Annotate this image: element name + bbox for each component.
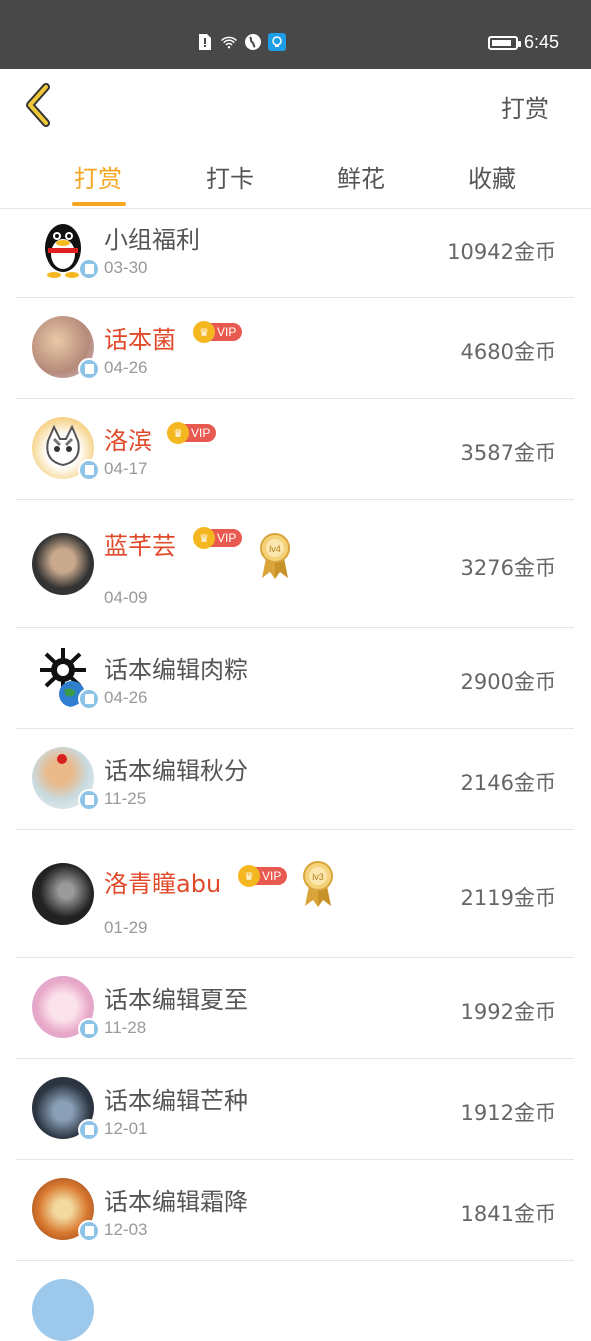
- reward-date: 12-01: [104, 1119, 148, 1138]
- list-item[interactable]: 话本编辑霜降 12-03 1841金币: [16, 1160, 574, 1261]
- battery-icon: [487, 35, 521, 50]
- battery-level: [491, 39, 511, 46]
- crown-icon: ♛: [193, 527, 215, 549]
- tab-checkin[interactable]: 打卡: [180, 159, 280, 194]
- reward-date: 04-17: [104, 459, 148, 478]
- user-name: 话本菌: [104, 326, 176, 354]
- reward-date: 04-09: [104, 588, 148, 607]
- user-badge-icon: [78, 688, 100, 710]
- globe-icon: [244, 33, 262, 51]
- user-name: 洛青瞳abu: [104, 870, 222, 898]
- reward-amount: 1992金币: [460, 1000, 556, 1024]
- reward-date: 11-25: [104, 789, 147, 808]
- user-name: 话本编辑霜降: [104, 1188, 248, 1216]
- reward-amount: 3587金币: [460, 441, 556, 465]
- status-icons: [196, 33, 286, 51]
- svg-text:lv3: lv3: [312, 872, 324, 882]
- user-name: 洛滨: [104, 427, 152, 455]
- level-medal-icon: lv3: [299, 860, 337, 908]
- reward-amount: 10942金币: [447, 240, 556, 264]
- lightbulb-icon: [268, 33, 286, 51]
- reward-list: 小组福利 03-30 10942金币 话本菌 ♛ VIP 04-26 4680金币…: [16, 208, 574, 1341]
- status-bar: 6:45: [0, 0, 591, 69]
- tab-flowers[interactable]: 鲜花: [311, 159, 411, 194]
- sim-alert-icon: [196, 33, 214, 51]
- reward-amount: 1912金币: [460, 1101, 556, 1125]
- crown-icon: ♛: [238, 865, 260, 887]
- list-item[interactable]: 话本编辑芒种 12-01 1912金币: [16, 1059, 574, 1160]
- tab-favorites[interactable]: 收藏: [442, 159, 542, 194]
- user-badge-icon: [78, 1220, 100, 1242]
- avatar: [32, 863, 94, 925]
- user-badge-icon: [78, 1018, 100, 1040]
- list-item[interactable]: 话本编辑肉粽 04-26 2900金币: [16, 628, 574, 729]
- list-item[interactable]: 洛滨 ♛ VIP 04-17 3587金币: [16, 399, 574, 500]
- reward-amount: 3276金币: [460, 556, 556, 580]
- reward-date: 04-26: [104, 358, 148, 377]
- list-item[interactable]: 蓝芊芸 ♛ VIP lv4 04-09 3276金币: [16, 500, 574, 628]
- vip-badge: ♛ VIP: [193, 527, 243, 549]
- list-item[interactable]: 话本编辑夏至 11-28 1992金币: [16, 958, 574, 1059]
- user-badge-icon: [78, 459, 100, 481]
- tab-bar: 打赏 打卡 鲜花 收藏: [0, 141, 591, 209]
- reward-date: 01-29: [104, 918, 148, 937]
- user-name: 话本编辑肉粽: [104, 656, 248, 684]
- list-item[interactable]: 小组福利 03-30 10942金币: [16, 208, 574, 298]
- reward-date: 12-03: [104, 1220, 148, 1239]
- user-name: 蓝芊芸: [104, 532, 176, 560]
- avatar: [32, 533, 94, 595]
- user-badge-icon: [78, 789, 100, 811]
- list-item[interactable]: 话本菌 ♛ VIP 04-26 4680金币: [16, 298, 574, 399]
- status-right: 6:45: [487, 32, 559, 53]
- list-item[interactable]: 话本编辑秋分 11-25 2146金币: [16, 729, 574, 830]
- user-badge-icon: [78, 258, 100, 280]
- status-time: 6:45: [523, 32, 559, 52]
- avatar: [32, 1279, 94, 1341]
- header-title-button[interactable]: 打赏: [501, 89, 549, 124]
- user-badge-icon: [78, 1119, 100, 1141]
- reward-date: 04-26: [104, 688, 148, 707]
- vip-badge: ♛ VIP: [167, 422, 217, 444]
- user-name: 话本编辑芒种: [104, 1087, 248, 1115]
- reward-amount: 1841金币: [460, 1202, 556, 1226]
- reward-amount: 2900金币: [460, 670, 556, 694]
- vip-badge: ♛ VIP: [238, 865, 288, 887]
- user-name: 话本编辑秋分: [104, 757, 248, 785]
- tab-reward[interactable]: 打赏: [48, 159, 148, 194]
- level-medal-icon: lv4: [256, 532, 294, 580]
- wifi-icon: [220, 33, 238, 51]
- back-button[interactable]: [22, 83, 58, 127]
- reward-amount: 2146金币: [460, 771, 556, 795]
- reward-date: 03-30: [104, 258, 148, 277]
- crown-icon: ♛: [193, 321, 215, 343]
- list-item[interactable]: [16, 1261, 574, 1341]
- list-item[interactable]: 洛青瞳abu ♛ VIP lv3 01-29 2119金币: [16, 830, 574, 958]
- svg-text:lv4: lv4: [269, 544, 281, 554]
- header: 打赏: [0, 69, 591, 141]
- user-name: 话本编辑夏至: [104, 986, 248, 1014]
- reward-date: 11-28: [104, 1018, 147, 1037]
- chevron-left-icon: [26, 83, 50, 127]
- user-name: 小组福利: [104, 226, 200, 254]
- crown-icon: ♛: [167, 422, 189, 444]
- reward-amount: 2119金币: [460, 886, 556, 910]
- vip-badge: ♛ VIP: [193, 321, 243, 343]
- user-badge-icon: [78, 358, 100, 380]
- tab-active-indicator: [72, 202, 126, 206]
- reward-amount: 4680金币: [460, 340, 556, 364]
